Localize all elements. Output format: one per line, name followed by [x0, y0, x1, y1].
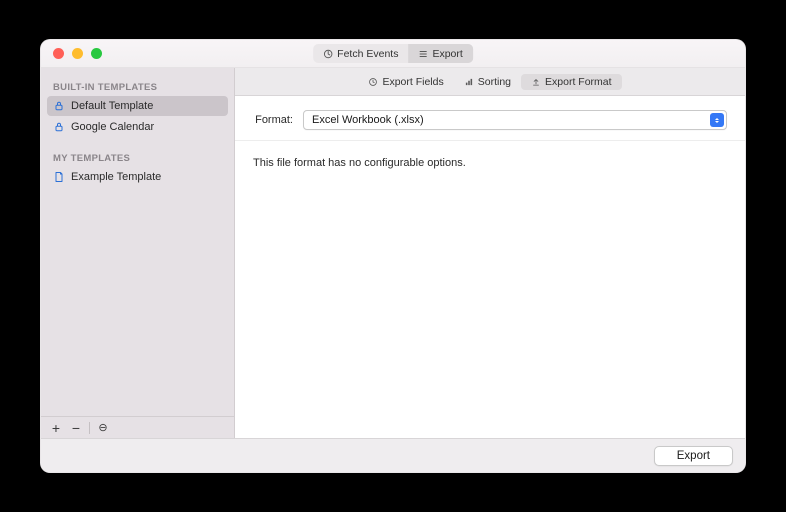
sidebar-item-google-calendar[interactable]: Google Calendar [47, 117, 228, 137]
bars-icon [464, 77, 474, 87]
format-note: This file format has no configurable opt… [235, 141, 745, 185]
add-button[interactable]: + [47, 419, 65, 437]
tab-sorting[interactable]: Sorting [454, 74, 521, 90]
schedule-icon [368, 77, 378, 87]
clock-icon [323, 49, 333, 59]
format-row: Format: Excel Workbook (.xlsx) [235, 96, 745, 141]
titlebar: Fetch Events Export [41, 40, 745, 68]
close-icon[interactable] [53, 48, 64, 59]
tab-export-fields[interactable]: Export Fields [358, 74, 453, 90]
sidebar: BUILT-IN TEMPLATES Default Template Goog… [41, 68, 235, 438]
sidebar-item-label: Example Template [71, 171, 161, 183]
tab-label: Sorting [478, 76, 511, 88]
chevron-updown-icon [710, 113, 724, 127]
zoom-icon[interactable] [91, 48, 102, 59]
sidebar-header-builtin: BUILT-IN TEMPLATES [41, 76, 234, 95]
sidebar-item-default-template[interactable]: Default Template [47, 96, 228, 116]
sidebar-item-label: Default Template [71, 100, 153, 112]
format-value: Excel Workbook (.xlsx) [312, 114, 424, 126]
lock-icon [53, 100, 65, 112]
traffic-lights [53, 48, 102, 59]
window-body: BUILT-IN TEMPLATES Default Template Goog… [41, 68, 745, 438]
format-select[interactable]: Excel Workbook (.xlsx) [303, 110, 727, 130]
tab-export-format[interactable]: Export Format [521, 74, 622, 90]
app-window: Fetch Events Export BUILT-IN TEMPLATES D… [40, 39, 746, 473]
fetch-events-button[interactable]: Fetch Events [313, 44, 408, 63]
list-icon [418, 49, 428, 59]
lock-icon [53, 121, 65, 133]
tab-label: Export Fields [382, 76, 443, 88]
main-panel: Export Fields Sorting Export Format Form… [235, 68, 745, 438]
upload-icon [531, 77, 541, 87]
remove-button[interactable]: − [67, 419, 85, 437]
toolbar-segmented: Fetch Events Export [313, 44, 473, 63]
tab-label: Export Format [545, 76, 612, 88]
sidebar-content: BUILT-IN TEMPLATES Default Template Goog… [41, 68, 234, 416]
export-tab-button[interactable]: Export [408, 44, 472, 63]
subtab-bar: Export Fields Sorting Export Format [235, 68, 745, 96]
fetch-events-label: Fetch Events [337, 48, 398, 60]
sidebar-header-my: MY TEMPLATES [41, 147, 234, 166]
sidebar-footer: + − ⊖ [41, 416, 234, 438]
format-label: Format: [249, 114, 293, 126]
action-button[interactable]: ⊖ [94, 419, 112, 437]
sidebar-item-label: Google Calendar [71, 121, 154, 133]
window-footer: Export [41, 438, 745, 472]
minimize-icon[interactable] [72, 48, 83, 59]
subtab-group: Export Fields Sorting Export Format [358, 74, 621, 90]
footer-separator [89, 422, 90, 434]
export-tab-label: Export [432, 48, 462, 60]
sidebar-item-example-template[interactable]: Example Template [47, 167, 228, 187]
document-icon [53, 171, 65, 183]
export-button[interactable]: Export [654, 446, 733, 466]
